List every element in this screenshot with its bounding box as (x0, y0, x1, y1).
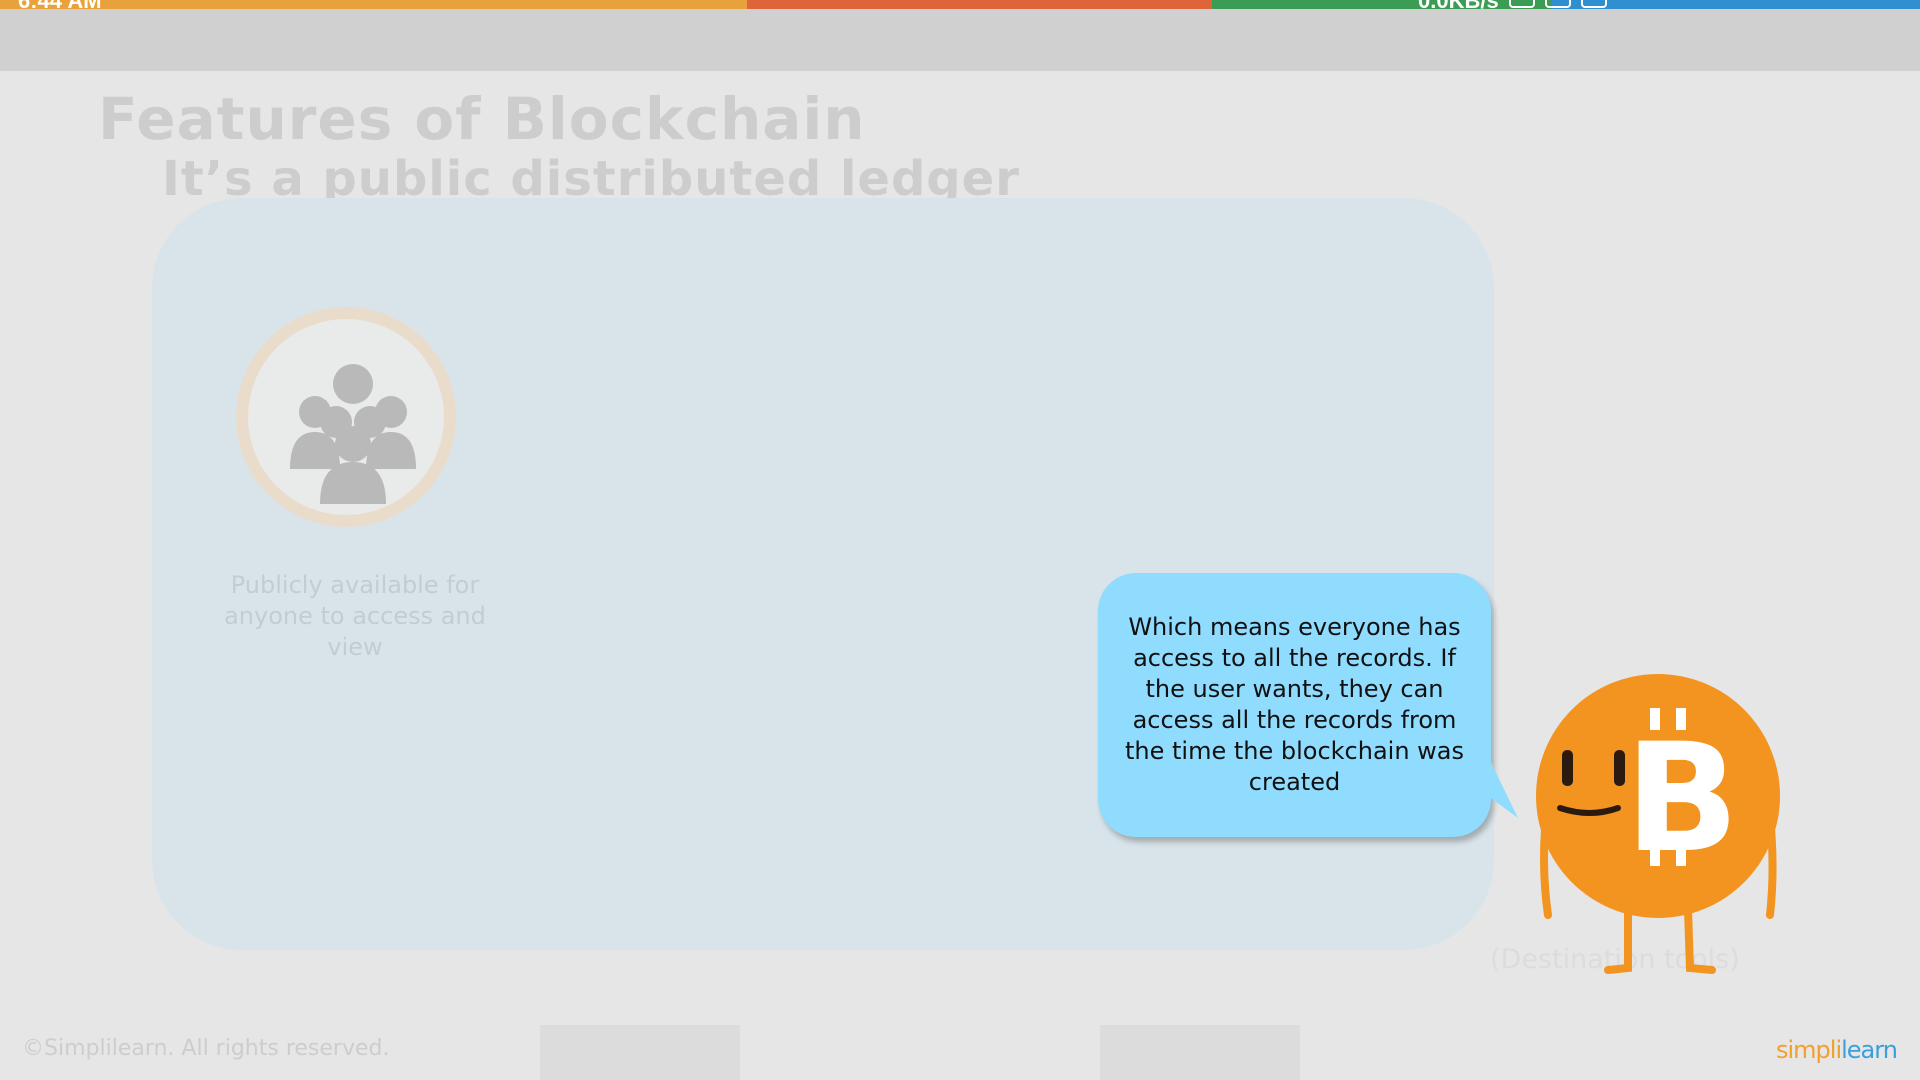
wifi-icon (1544, 0, 1571, 8)
copyright-text: ©Simplilearn. All rights reserved. (22, 1036, 390, 1061)
simplilearn-logo: simplilearn (1776, 1036, 1898, 1064)
bitcoin-mascot: B (1536, 674, 1780, 974)
status-bar-segment (0, 0, 747, 9)
speech-bubble: Which means everyone has access to all t… (1098, 573, 1491, 837)
speech-text: Which means everyone has access to all t… (1124, 613, 1465, 796)
status-bar (0, 0, 1920, 9)
logo-part-learn: learn (1841, 1036, 1898, 1064)
video-top-bar (0, 9, 1920, 71)
feature-icon-circle (236, 307, 456, 527)
floor-shadow (1100, 1025, 1300, 1080)
floor-shadow (540, 1025, 740, 1080)
people-group-icon (290, 364, 416, 504)
status-bar-segment (747, 0, 1212, 9)
signal-icon (1508, 0, 1535, 8)
logo-part-simpli: simpli (1776, 1036, 1842, 1064)
speech-bubble-tail (1480, 740, 1518, 818)
battery-icon (1580, 0, 1607, 8)
feature-label: Publicly available for anyone to access … (224, 571, 486, 661)
status-bar-segment (1552, 0, 1920, 9)
slide-title: Features of Blockchain (98, 85, 866, 153)
